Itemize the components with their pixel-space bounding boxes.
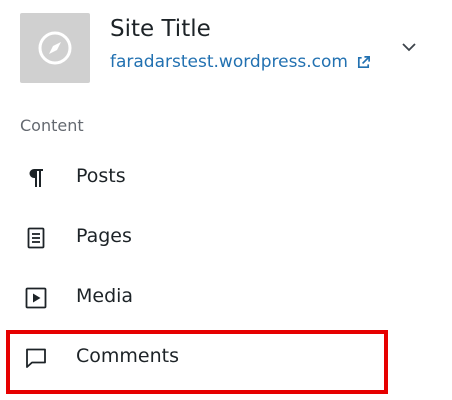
menu-item-pages[interactable]: Pages [0, 208, 452, 268]
comment-icon [24, 346, 48, 370]
menu-item-label: Comments [76, 345, 179, 367]
site-url: faradarstest.wordpress.com [110, 52, 348, 72]
menu-item-media[interactable]: Media [0, 268, 452, 328]
site-icon[interactable] [20, 13, 90, 83]
external-link-icon [356, 55, 371, 70]
site-header: Site Title faradarstest.wordpress.com [0, 0, 452, 100]
chevron-down-icon[interactable] [400, 38, 418, 56]
site-title[interactable]: Site Title [110, 16, 211, 42]
pilcrow-icon [24, 166, 48, 190]
content-section-label: Content [20, 116, 84, 135]
media-icon [24, 286, 48, 310]
menu-item-label: Pages [76, 225, 132, 247]
page-icon [24, 226, 48, 250]
menu-item-comments[interactable]: Comments [0, 328, 452, 388]
menu-item-label: Media [76, 285, 134, 307]
menu-item-label: Posts [76, 165, 126, 187]
compass-icon [38, 31, 72, 65]
site-url-link[interactable]: faradarstest.wordpress.com [110, 52, 371, 72]
menu-item-posts[interactable]: Posts [0, 148, 452, 208]
